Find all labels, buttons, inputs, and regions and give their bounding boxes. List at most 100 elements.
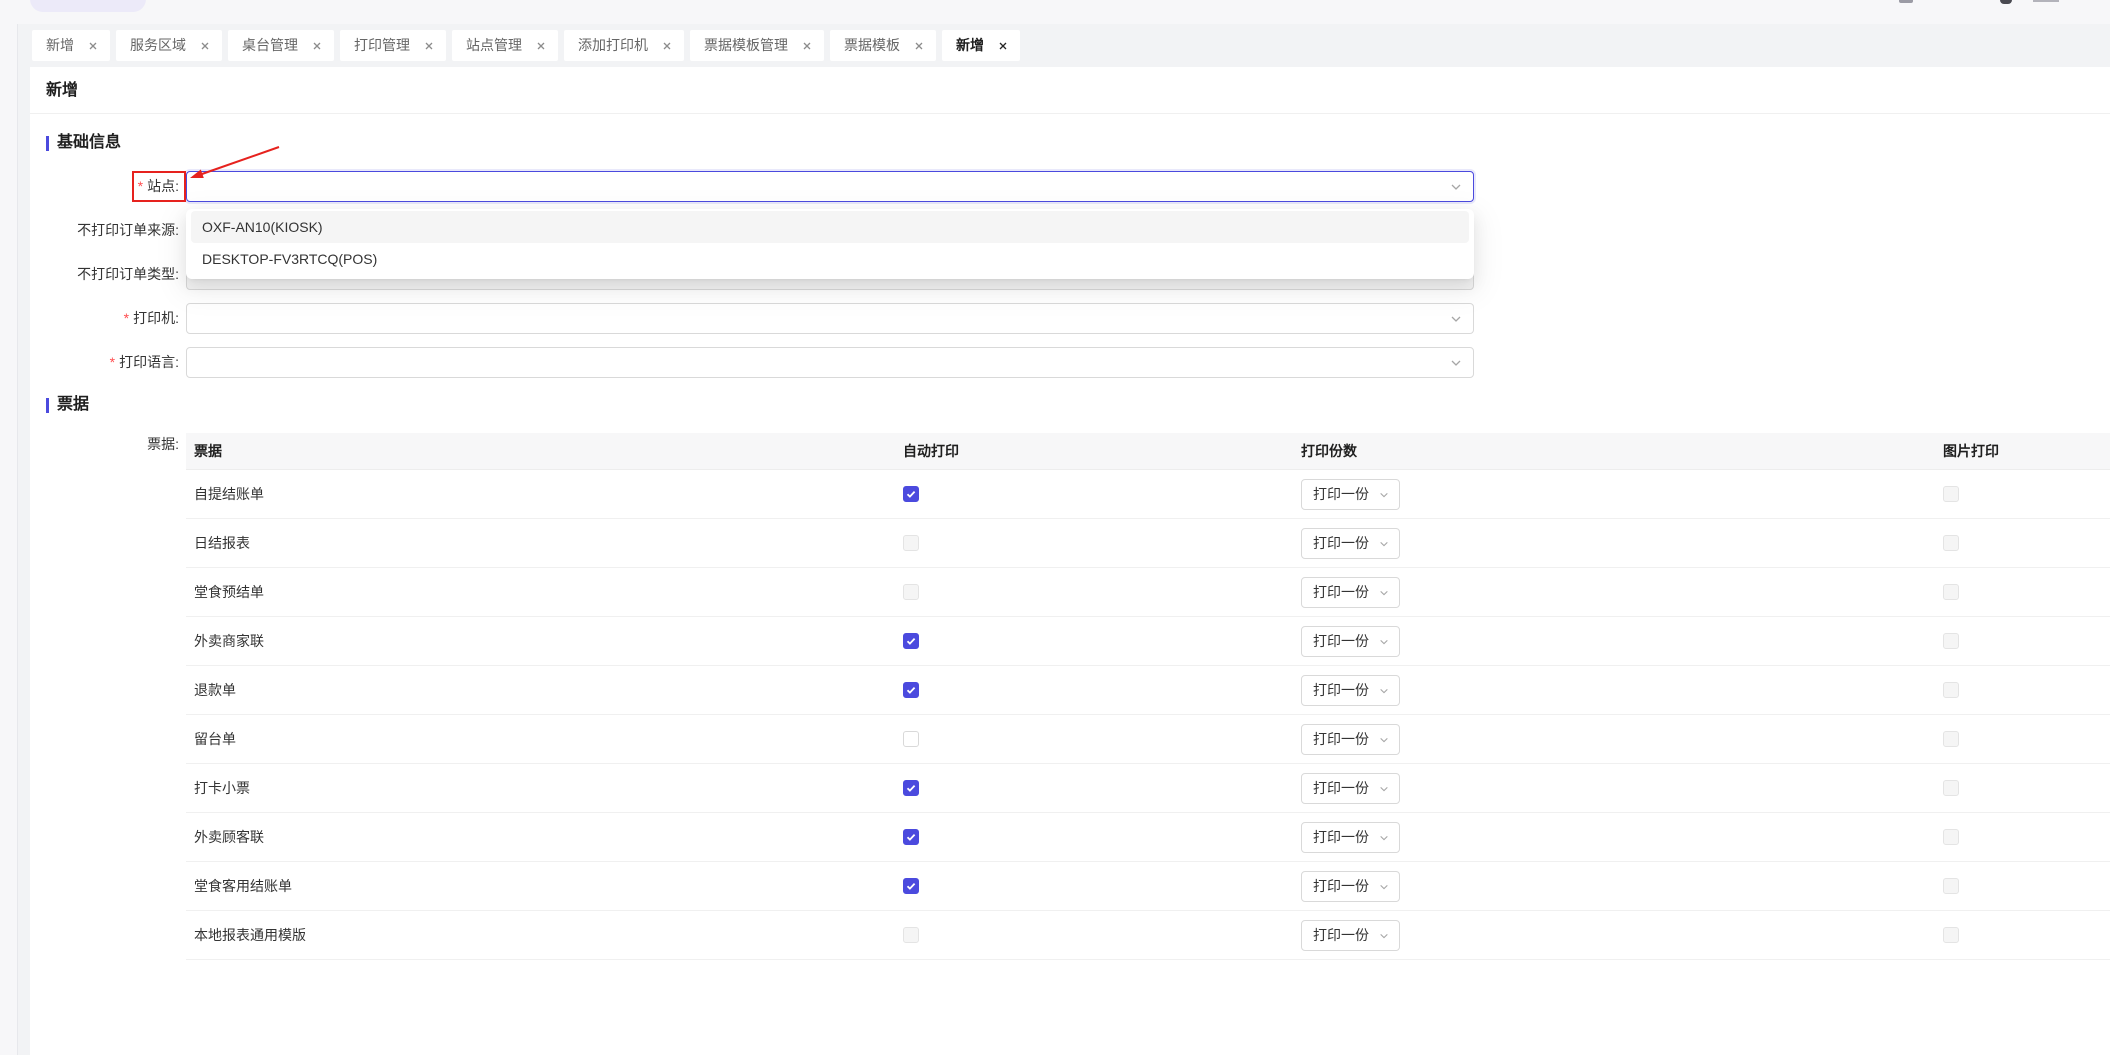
auto-print-checkbox[interactable]: [903, 780, 919, 796]
chevron-down-icon: [1380, 835, 1388, 840]
ticket-name: 留台单: [194, 731, 236, 747]
print-copies-select[interactable]: 打印一份: [1301, 674, 1400, 706]
print-copies-select[interactable]: 打印一份: [1301, 478, 1400, 510]
table-row: 外卖顾客联 打印一份: [186, 813, 2110, 862]
auto-print-checkbox[interactable]: [903, 927, 919, 943]
auto-print-checkbox[interactable]: [903, 633, 919, 649]
tab-receipt-template[interactable]: 票据模板: [830, 30, 936, 61]
image-print-checkbox[interactable]: [1943, 486, 1959, 502]
print-language-select[interactable]: [186, 347, 1474, 378]
column-header-ticket: 票据: [186, 433, 895, 469]
chevron-down-icon: [1380, 590, 1388, 595]
auto-print-cell: [895, 715, 1293, 763]
auto-print-cell: [895, 470, 1293, 518]
close-icon[interactable]: [201, 42, 209, 50]
auto-print-cell: [895, 813, 1293, 861]
tab-print-management[interactable]: 打印管理: [340, 30, 446, 61]
close-icon[interactable]: [663, 42, 671, 50]
auto-print-checkbox[interactable]: [903, 535, 919, 551]
exclude-order-type-label: 不打印订单类型:: [0, 259, 179, 290]
check-icon: [906, 686, 916, 694]
close-icon[interactable]: [89, 42, 97, 50]
header-nav-pill[interactable]: [30, 0, 146, 12]
annotation-highlight-box: [132, 171, 186, 202]
image-print-checkbox[interactable]: [1943, 927, 1959, 943]
print-copies-select[interactable]: 打印一份: [1301, 527, 1400, 559]
tab-add-printer[interactable]: 添加打印机: [564, 30, 684, 61]
image-print-cell: [1935, 519, 2110, 567]
print-copies-value: 打印一份: [1313, 780, 1369, 796]
tab-add-current[interactable]: 新增: [942, 30, 1020, 61]
image-print-cell: [1935, 715, 2110, 763]
print-copies-select[interactable]: 打印一份: [1301, 870, 1400, 902]
image-print-checkbox[interactable]: [1943, 829, 1959, 845]
annotation-arrow-shaft: [201, 146, 280, 175]
print-copies-select[interactable]: 打印一份: [1301, 919, 1400, 951]
image-print-checkbox[interactable]: [1943, 731, 1959, 747]
auto-print-checkbox[interactable]: [903, 731, 919, 747]
close-icon[interactable]: [313, 42, 321, 50]
image-print-checkbox[interactable]: [1943, 633, 1959, 649]
image-print-cell: [1935, 862, 2110, 910]
column-header-text: 打印份数: [1301, 443, 1357, 459]
auto-print-checkbox[interactable]: [903, 486, 919, 502]
site-option[interactable]: DESKTOP-FV3RTCQ(POS): [191, 243, 1469, 275]
exclude-order-source-label-text: 不打印订单来源:: [77, 222, 179, 238]
header-toolbar-icon[interactable]: [1899, 0, 1913, 3]
tab-service-area[interactable]: 服务区域: [116, 30, 222, 61]
close-icon[interactable]: [537, 42, 545, 50]
chevron-down-icon: [1451, 184, 1461, 190]
print-copies-select[interactable]: 打印一份: [1301, 723, 1400, 755]
auto-print-checkbox[interactable]: [903, 584, 919, 600]
section-accent-bar: [46, 397, 49, 413]
tab-table-management[interactable]: 桌台管理: [228, 30, 334, 61]
image-print-checkbox[interactable]: [1943, 780, 1959, 796]
chevron-down-icon: [1380, 492, 1388, 497]
site-select[interactable]: [186, 171, 1474, 202]
tab-receipt-template-management[interactable]: 票据模板管理: [690, 30, 824, 61]
ticket-name: 堂食预结单: [194, 584, 264, 600]
close-icon[interactable]: [425, 42, 433, 50]
section-title-tickets: 票据: [46, 393, 89, 417]
chevron-down-icon: [1380, 639, 1388, 644]
tab-label: 服务区域: [130, 37, 186, 53]
print-copies-select[interactable]: 打印一份: [1301, 772, 1400, 804]
print-copies-select[interactable]: 打印一份: [1301, 821, 1400, 853]
printer-select[interactable]: [186, 303, 1474, 334]
tab-label: 添加打印机: [578, 37, 648, 53]
print-copies-value: 打印一份: [1313, 633, 1369, 649]
ticket-name-cell: 本地报表通用模版: [186, 911, 895, 959]
close-icon[interactable]: [915, 42, 923, 50]
image-print-checkbox[interactable]: [1943, 682, 1959, 698]
auto-print-checkbox[interactable]: [903, 878, 919, 894]
image-print-cell: [1935, 568, 2110, 616]
tab-label: 打印管理: [354, 37, 410, 53]
header-toolbar-icon[interactable]: [2033, 0, 2059, 2]
exclude-order-type-label-text: 不打印订单类型:: [77, 266, 179, 282]
chevron-down-icon: [1380, 786, 1388, 791]
image-print-checkbox[interactable]: [1943, 584, 1959, 600]
header-toolbar-icon[interactable]: [2000, 0, 2012, 4]
print-copies-value: 打印一份: [1313, 927, 1369, 943]
auto-print-checkbox[interactable]: [903, 682, 919, 698]
site-option[interactable]: OXF-AN10(KIOSK): [191, 211, 1469, 243]
chevron-down-icon: [1380, 884, 1388, 889]
print-copies-value: 打印一份: [1313, 829, 1369, 845]
tab-site-management[interactable]: 站点管理: [452, 30, 558, 61]
image-print-checkbox[interactable]: [1943, 878, 1959, 894]
required-mark: *: [109, 354, 116, 370]
print-copies-select[interactable]: 打印一份: [1301, 625, 1400, 657]
image-print-checkbox[interactable]: [1943, 535, 1959, 551]
column-header-text: 自动打印: [903, 443, 959, 459]
close-icon[interactable]: [803, 42, 811, 50]
close-icon[interactable]: [999, 42, 1007, 50]
auto-print-checkbox[interactable]: [903, 829, 919, 845]
chevron-down-icon: [1380, 737, 1388, 742]
column-header-auto-print: 自动打印: [895, 433, 1293, 469]
print-copies-select[interactable]: 打印一份: [1301, 576, 1400, 608]
tab-add[interactable]: 新增: [32, 30, 110, 61]
print-language-label: * 打印语言:: [0, 347, 179, 378]
ticket-name: 堂食客用结账单: [194, 878, 292, 894]
required-mark: *: [123, 310, 130, 326]
ticket-name: 外卖商家联: [194, 633, 264, 649]
